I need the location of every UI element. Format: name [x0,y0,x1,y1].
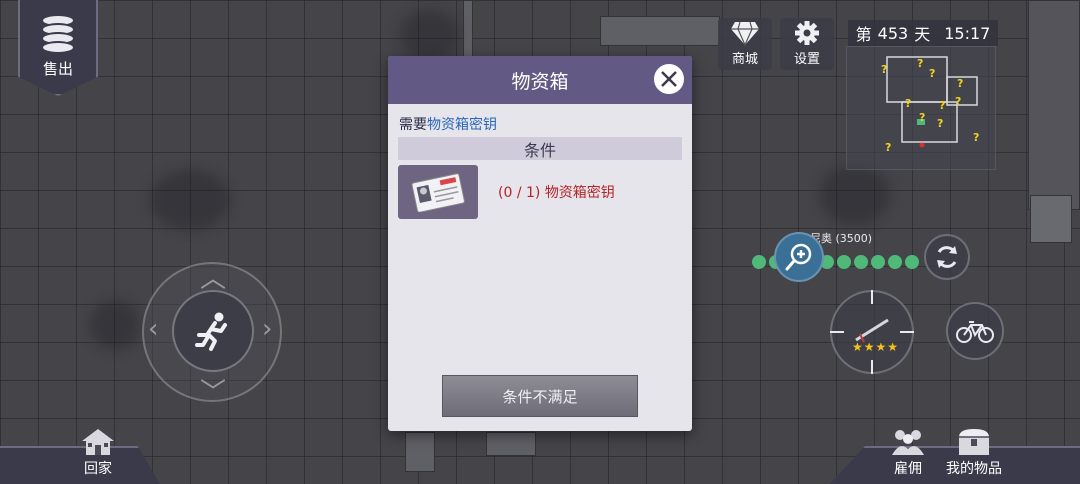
heart-icon [752,255,766,269]
sell-button[interactable]: 售出 [18,0,98,96]
minimap-quest-marker-icon: ? [929,67,936,80]
star-icon: ★ [887,340,899,354]
minimap-quest-marker-icon: ? [881,63,888,76]
clock-time: 15:17 [944,23,991,43]
minimap-quest-marker-icon: ? [957,77,964,90]
conditions-header: 条件 [398,137,682,160]
chest-icon [959,429,989,455]
day-prefix: 第 [855,25,872,44]
crosshair-icon [830,290,914,374]
settings-label: 设置 [793,52,820,67]
star-icon: ★ [852,340,863,354]
condition-row: (0 / 1) 物资箱密钥 [398,165,692,219]
heart-icon [837,255,851,269]
bicycle-button[interactable] [946,302,1004,360]
home-button[interactable]: 回家 [80,427,116,478]
day-suffix: 天 [914,25,931,44]
house-icon [82,429,114,455]
conditions-unmet-button[interactable]: 条件不满足 [442,375,638,417]
dialog-header: 物资箱 [388,56,692,104]
dialog-title: 物资箱 [511,70,569,93]
condition-item-name: 物资箱密钥 [544,185,615,201]
diamond-icon [731,21,759,46]
requirement-text: 需要物资箱密钥 [388,104,692,134]
attack-target-button[interactable] [830,290,914,374]
people-group-icon [892,430,924,455]
hire-label: 雇佣 [894,461,922,477]
day-time-display: 第 453 天 15:17 [848,20,998,46]
minimap-quest-marker-icon: ? [939,99,946,112]
running-man-icon [195,312,227,351]
my-items-button[interactable]: 我的物品 [946,427,1002,478]
star-icon: ★ [875,340,887,354]
heart-icon [888,255,902,269]
minimap-quest-marker-icon: ? [937,117,944,130]
bicycle-icon [956,321,994,343]
heart-icon [854,255,868,269]
key-card-item[interactable] [398,165,478,219]
minimap-quest-marker-icon: ? [973,131,980,144]
joystick-right-arrow-icon: › [262,314,273,344]
sell-label: 售出 [42,60,73,78]
requirement-prefix: 需要 [399,117,427,133]
joystick-down-arrow-icon: ﹀ [200,378,227,408]
close-button[interactable] [652,62,686,96]
id-card-icon [411,173,465,212]
heart-icon [871,255,885,269]
switch-button[interactable] [924,234,970,280]
refresh-icon [937,246,957,268]
day-number: 453 [877,23,909,43]
settings-button[interactable]: 设置 [780,18,834,70]
joystick-left-arrow-icon: ‹ [148,314,159,344]
magnifier-plus-icon [785,243,812,271]
condition-progress: (0 / 1) [498,185,541,201]
minimap-quest-marker-icon: ? [917,57,924,70]
minimap[interactable]: ? ? ? ? ? ? ? ? ? ? ? [846,46,996,170]
zoom-button[interactable] [774,232,824,282]
shop-label: 商城 [731,52,758,67]
heart-icon [905,255,919,269]
gear-icon [795,21,819,45]
home-label: 回家 [84,461,112,477]
requirement-item: 物资箱密钥 [427,117,497,133]
minimap-quest-marker-icon: ? [919,111,926,124]
minimap-quest-marker-icon: ? [905,97,912,110]
hire-button[interactable]: 雇佣 [890,427,926,478]
shop-button[interactable]: 商城 [718,18,772,70]
supply-box-dialog: 物资箱 需要物资箱密钥 条件 (0 / 1) 物资箱密钥 条件不满足 [388,56,692,431]
my-items-label: 我的物品 [946,461,1002,477]
condition-status: (0 / 1) 物资箱密钥 [498,182,615,202]
star-icon: ★ [863,340,875,354]
coin-stack-icon [39,14,77,54]
weapon-rating-stars: ★ ★ ★ ★ [852,340,898,354]
minimap-quest-marker-icon: ? [885,141,892,154]
minimap-quest-marker-icon: ? [955,95,962,108]
close-icon [661,71,677,87]
sprint-button[interactable] [172,290,254,372]
